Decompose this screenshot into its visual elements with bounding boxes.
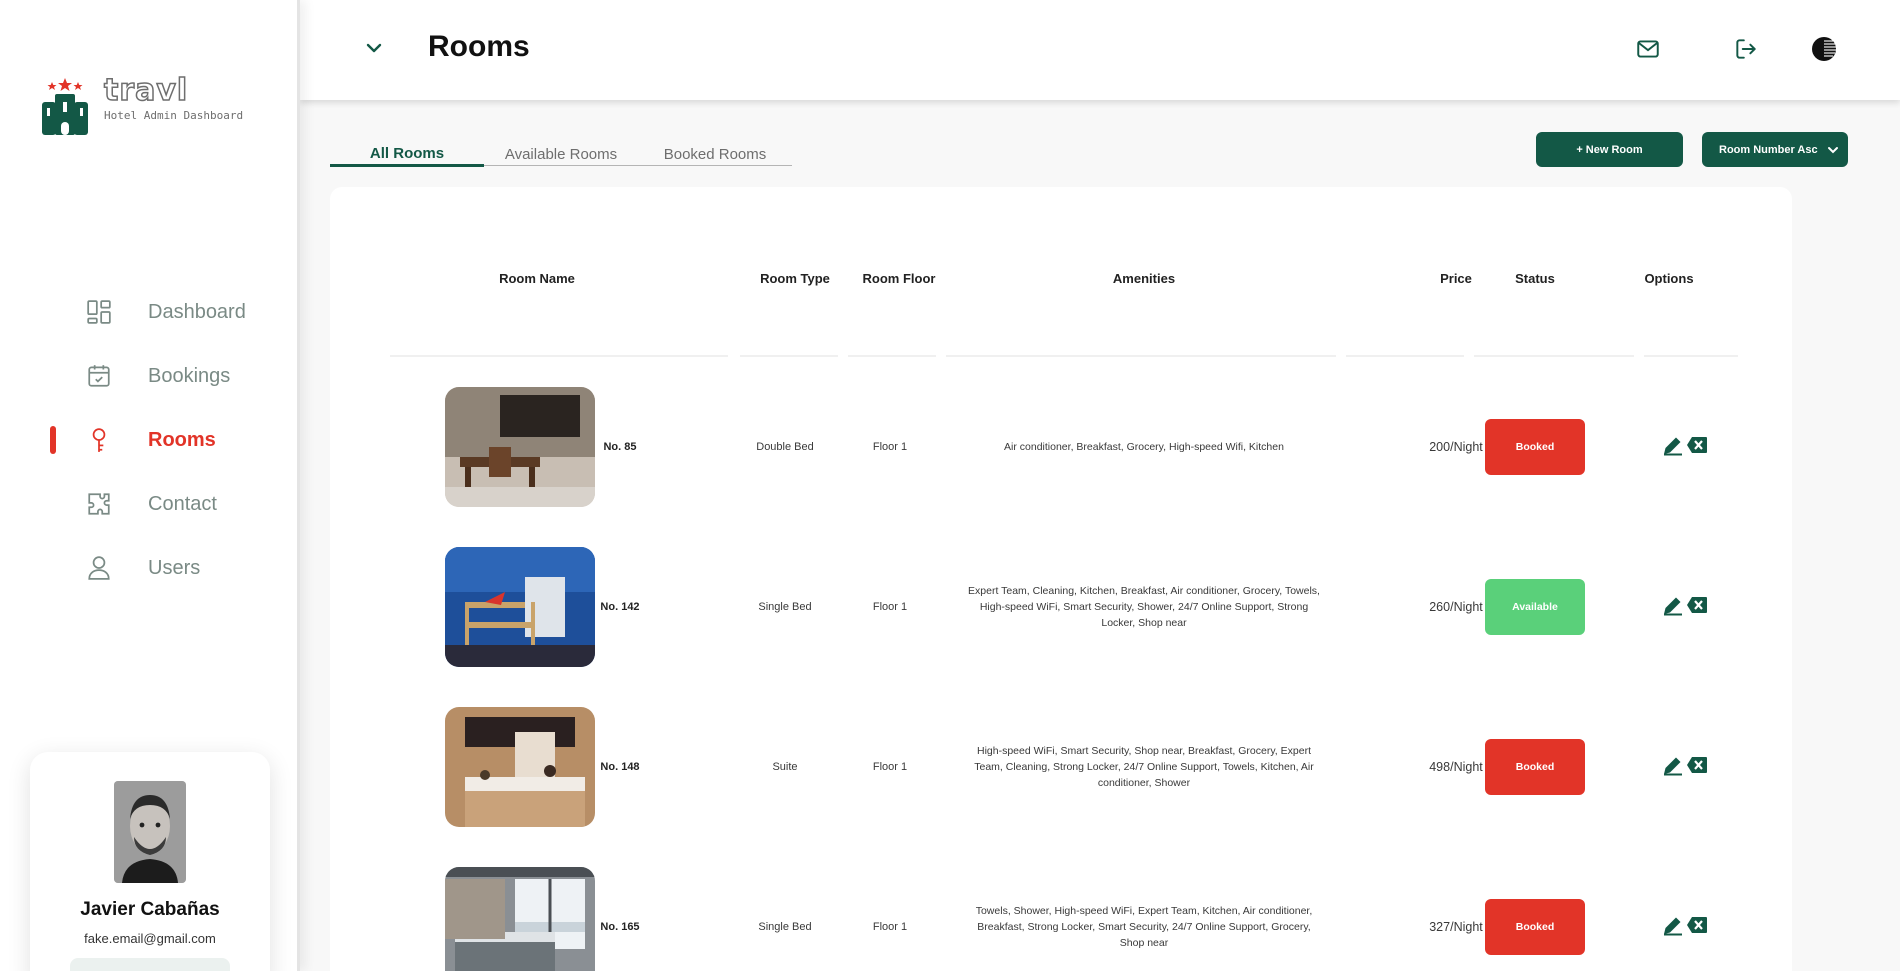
room-amenities: High-speed WiFi, Smart Security, Shop ne… [974, 745, 1314, 789]
room-floor: Floor 1 [872, 601, 908, 613]
sidebar-item-label: Bookings [148, 364, 231, 387]
edit-icon[interactable] [1662, 914, 1684, 936]
room-type: Single Bed [758, 921, 812, 933]
active-indicator [50, 426, 56, 454]
room-type: Single Bed [758, 601, 812, 613]
brand[interactable]: travl Hotel Admin Dashboard [38, 73, 244, 136]
room-floor: Floor 1 [872, 921, 908, 933]
divider [1644, 355, 1738, 357]
chevron-down-icon [1828, 147, 1838, 154]
status-badge[interactable]: Booked [1485, 419, 1585, 475]
hotel-logo-icon [42, 78, 88, 135]
sidebar-item-label: Rooms [148, 428, 216, 451]
delete-icon[interactable] [1686, 434, 1708, 456]
delete-icon[interactable] [1686, 914, 1708, 936]
tab-booked-rooms[interactable]: Booked Rooms [638, 142, 792, 165]
edit-icon[interactable] [1662, 594, 1684, 616]
delete-icon[interactable] [1686, 594, 1708, 616]
edit-icon[interactable] [1662, 754, 1684, 776]
room-amenities: Air conditioner, Breakfast, Grocery, Hig… [1004, 441, 1284, 453]
tab-all-rooms[interactable]: All Rooms [330, 142, 484, 167]
status-badge[interactable]: Booked [1485, 739, 1585, 795]
chevron-down-icon[interactable] [362, 36, 386, 60]
divider [1474, 355, 1634, 357]
user-email: fake.email@gmail.com [84, 931, 216, 946]
divider [740, 355, 838, 357]
user-card: Javier Cabañas fake.email@gmail.com [30, 752, 270, 971]
room-number: No. 85 [603, 441, 637, 453]
user-icon [88, 556, 110, 580]
divider [1346, 355, 1464, 357]
user-name: Javier Cabañas [80, 899, 220, 920]
room-amenities: Expert Team, Cleaning, Kitchen, Breakfas… [968, 585, 1320, 629]
sort-select-value: Room Number Asc [1719, 143, 1818, 156]
room-number: No. 142 [600, 601, 640, 613]
column-header: Options [1644, 271, 1694, 286]
mail-icon[interactable] [1635, 36, 1661, 62]
room-number: No. 148 [600, 761, 640, 773]
tab-available-rooms[interactable]: Available Rooms [484, 142, 638, 165]
dashboard-icon [87, 300, 111, 324]
avatar [114, 781, 186, 883]
sidebar-item-contact[interactable]: Contact [0, 472, 300, 536]
column-header[interactable]: Status [1490, 271, 1580, 286]
sidebar-item-rooms[interactable]: Rooms [0, 408, 300, 472]
sidebar-item-bookings[interactable]: Bookings [0, 344, 300, 408]
column-header[interactable]: Room Type [740, 271, 850, 286]
room-type: Double Bed [756, 441, 814, 453]
logout-icon[interactable] [1733, 36, 1759, 62]
column-header[interactable]: Amenities [1079, 271, 1209, 286]
divider [390, 355, 728, 357]
column-header[interactable]: Room Floor [844, 271, 954, 286]
room-type: Suite [772, 761, 798, 773]
edit-icon[interactable] [1662, 434, 1684, 456]
sidebar-item-label: Dashboard [148, 300, 246, 323]
sort-select[interactable]: Room Number Asc [1702, 132, 1848, 167]
theme-toggle-icon[interactable] [1811, 36, 1837, 62]
sidebar-item-label: Contact [148, 492, 217, 515]
top-header: Rooms [300, 0, 1900, 100]
delete-icon[interactable] [1686, 754, 1708, 776]
status-badge[interactable]: Booked [1485, 899, 1585, 955]
puzzle-icon [88, 493, 110, 515]
sidebar: travl Hotel Admin Dashboard Dashboard Bo… [0, 0, 300, 971]
contact-us-button[interactable] [70, 958, 230, 971]
rooms-table: Room Name Room Type Room Floor Amenities… [330, 187, 1792, 971]
page-title: Rooms [428, 30, 530, 63]
brand-subtitle: Hotel Admin Dashboard [104, 109, 244, 122]
column-header[interactable]: Room Name [472, 271, 602, 286]
divider [848, 355, 936, 357]
room-number: No. 165 [600, 921, 640, 933]
new-room-button[interactable]: + New Room [1536, 132, 1683, 167]
key-icon [92, 428, 106, 452]
status-badge[interactable]: Available [1485, 579, 1585, 635]
sidebar-item-users[interactable]: Users [0, 536, 300, 600]
room-amenities: Towels, Shower, High-speed WiFi, Expert … [975, 905, 1313, 949]
divider [946, 355, 1336, 357]
sidebar-nav: Dashboard Bookings Rooms Contact Users [0, 280, 300, 600]
calendar-icon [88, 365, 110, 387]
brand-name: travl [103, 73, 189, 108]
sidebar-item-dashboard[interactable]: Dashboard [0, 280, 300, 344]
room-tabs: All Rooms Available Rooms Booked Rooms [330, 142, 792, 167]
sidebar-item-label: Users [148, 556, 201, 579]
room-floor: Floor 1 [872, 441, 908, 453]
room-floor: Floor 1 [872, 761, 908, 773]
